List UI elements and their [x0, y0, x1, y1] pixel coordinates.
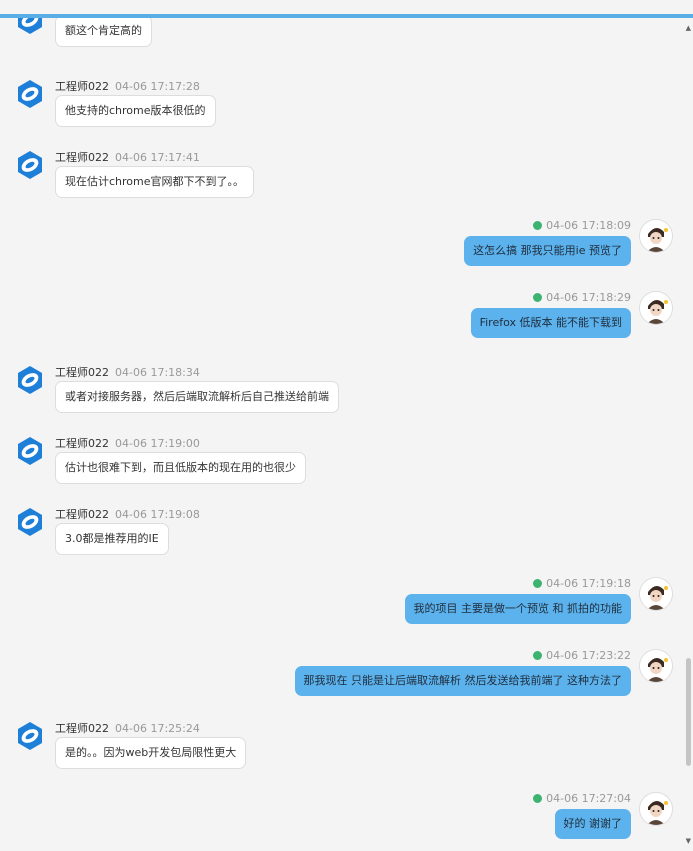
- chat-history[interactable]: 额这个肯定高的 工程师022 04-06 17:17:28 他支持的chrome版…: [0, 18, 683, 851]
- timestamp: 04-06 17:19:08: [115, 508, 200, 521]
- message-meta: 04-06 17:23:22: [533, 649, 631, 662]
- message-meta: 工程师022 04-06 17:17:28: [55, 78, 200, 94]
- user-avatar: [639, 291, 673, 325]
- sender-name: 工程师022: [55, 437, 109, 450]
- sent-status-icon: [533, 293, 543, 302]
- user-avatar: [639, 577, 673, 611]
- sender-name: 工程师022: [55, 722, 109, 735]
- message-meta: 04-06 17:18:29: [533, 291, 631, 304]
- chat-scrollbar[interactable]: ▲ ▼: [683, 18, 693, 851]
- agent-avatar-icon: [18, 151, 42, 179]
- message-bubble: 好的 谢谢了: [554, 809, 631, 839]
- sent-status-icon: [533, 221, 543, 230]
- message-meta: 04-06 17:19:18: [533, 577, 631, 590]
- sender-name: 工程师022: [55, 508, 109, 521]
- timestamp: 04-06 17:23:22: [546, 649, 631, 662]
- timestamp: 04-06 17:27:04: [546, 792, 631, 805]
- user-avatar-icon: [640, 793, 672, 825]
- user-avatar-icon: [640, 292, 672, 324]
- agent-avatar-icon: [18, 722, 42, 750]
- user-avatar: [639, 649, 673, 683]
- message-meta: 工程师022 04-06 17:19:00: [55, 435, 200, 451]
- message-bubble: 现在估计chrome官网都下不到了。。: [55, 166, 255, 198]
- message-bubble: 是的。。因为web开发包局限性更大: [55, 737, 247, 769]
- sender-name: 工程师022: [55, 151, 109, 164]
- scroll-up-arrow-icon[interactable]: ▲: [686, 24, 691, 32]
- message-bubble: Firefox 低版本 能不能下载到: [470, 308, 631, 338]
- timestamp: 04-06 17:25:24: [115, 722, 200, 735]
- message-meta: 04-06 17:18:09: [533, 219, 631, 232]
- user-avatar-icon: [640, 578, 672, 610]
- sent-status-icon: [533, 651, 543, 660]
- user-avatar-icon: [640, 650, 672, 682]
- message-bubble: 那我现在 只能是让后端取流解析 然后发送给我前端了 这种方法了: [294, 666, 631, 696]
- sent-status-icon: [533, 579, 543, 588]
- timestamp: 04-06 17:19:00: [115, 437, 200, 450]
- timestamp: 04-06 17:18:34: [115, 366, 200, 379]
- message-bubble: 我的项目 主要是做一个预览 和 抓拍的功能: [404, 594, 631, 624]
- message-meta: 工程师022 04-06 17:18:34: [55, 364, 200, 380]
- user-avatar-icon: [640, 220, 672, 252]
- timestamp: 04-06 17:18:09: [546, 219, 631, 232]
- message-meta: 04-06 17:27:04: [533, 792, 631, 805]
- timestamp: 04-06 17:19:18: [546, 577, 631, 590]
- agent-avatar-icon: [18, 366, 42, 394]
- message-bubble: 3.0都是推荐用的IE: [55, 523, 169, 555]
- message-bubble: 额这个肯定高的: [55, 18, 152, 47]
- message-bubble: 这怎么搞 那我只能用ie 预览了: [464, 236, 631, 266]
- agent-avatar-icon: [18, 80, 42, 108]
- user-avatar: [639, 792, 673, 826]
- timestamp: 04-06 17:17:28: [115, 80, 200, 93]
- agent-avatar-icon: [18, 437, 42, 465]
- user-avatar: [639, 219, 673, 253]
- sender-name: 工程师022: [55, 366, 109, 379]
- scroll-down-arrow-icon[interactable]: ▼: [686, 837, 691, 845]
- message-bubble: 他支持的chrome版本很低的: [55, 95, 216, 127]
- scroll-thumb[interactable]: [686, 658, 691, 766]
- timestamp: 04-06 17:18:29: [546, 291, 631, 304]
- message-bubble: 或者对接服务器，然后后端取流解析后自己推送给前端: [55, 381, 339, 413]
- message-meta: 工程师022 04-06 17:19:08: [55, 506, 200, 522]
- message-meta: 工程师022 04-06 17:25:24: [55, 720, 200, 736]
- sender-name: 工程师022: [55, 80, 109, 93]
- timestamp: 04-06 17:17:41: [115, 151, 200, 164]
- agent-avatar-icon: [18, 18, 42, 34]
- agent-avatar-icon: [18, 508, 42, 536]
- sent-status-icon: [533, 794, 543, 803]
- message-bubble: 估计也很难下到，而且低版本的现在用的也很少: [55, 452, 306, 484]
- message-meta: 工程师022 04-06 17:17:41: [55, 149, 200, 165]
